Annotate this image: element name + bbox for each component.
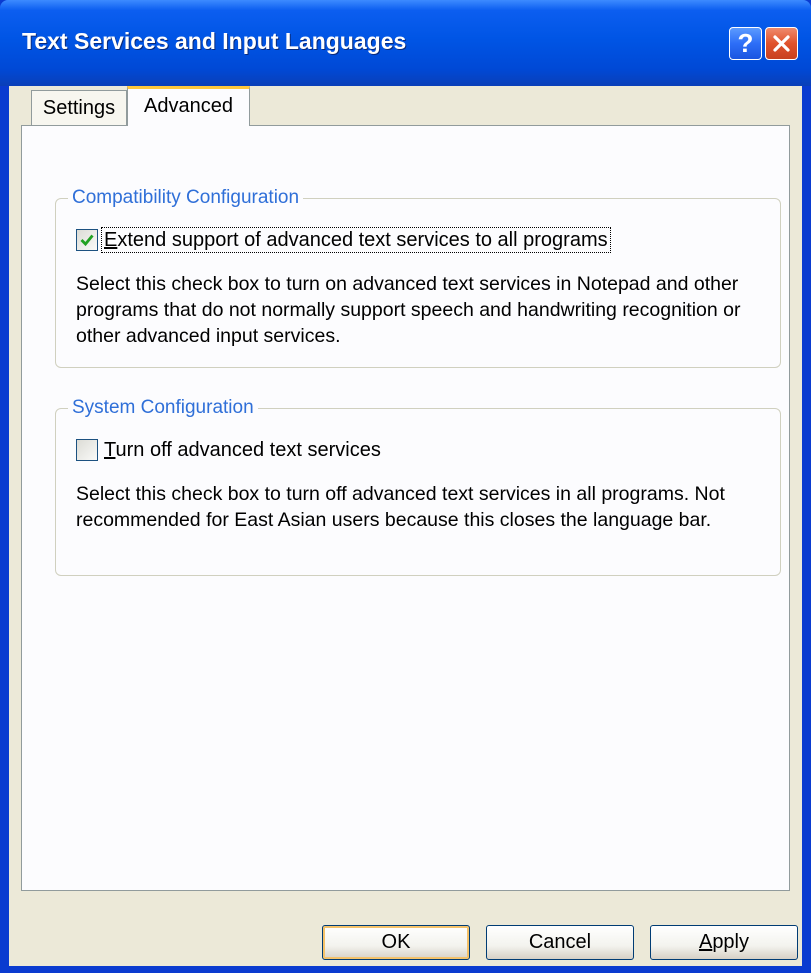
- title-bar[interactable]: Text Services and Input Languages ?: [0, 0, 811, 86]
- extend-support-mnemonic: E: [104, 229, 118, 251]
- close-button[interactable]: [765, 27, 798, 60]
- tab-settings-label: Settings: [42, 97, 116, 119]
- extend-support-checkbox[interactable]: [76, 229, 98, 251]
- apply-button-label: pply: [712, 931, 750, 953]
- cancel-button[interactable]: Cancel: [486, 925, 634, 960]
- dialog-client-area: Settings Advanced Compatibility Configur…: [9, 86, 802, 966]
- compatibility-description: Select this check box to turn on advance…: [76, 273, 741, 347]
- checkmark-icon: [80, 234, 94, 247]
- compatibility-groupbox: Compatibility Configuration Extend suppo…: [55, 187, 781, 368]
- dialog-window: Text Services and Input Languages ? Sett…: [0, 0, 811, 973]
- cancel-button-label: Cancel: [528, 931, 592, 953]
- turn-off-mnemonic: T: [104, 439, 116, 461]
- apply-button[interactable]: Apply: [650, 925, 798, 960]
- close-x-icon: [773, 35, 790, 52]
- system-description: Select this check box to turn off advanc…: [76, 483, 725, 531]
- extend-support-label-text: xtend support of advanced text services …: [117, 229, 608, 251]
- ok-button-label: OK: [381, 931, 411, 953]
- help-button[interactable]: ?: [729, 27, 762, 60]
- system-legend: System Configuration: [68, 397, 258, 419]
- tab-advanced-label: Advanced: [144, 95, 233, 117]
- apply-mnemonic: A: [698, 931, 713, 953]
- ok-button[interactable]: OK: [322, 925, 470, 960]
- system-groupbox: System Configuration Turn off advanced t…: [55, 397, 781, 576]
- turn-off-label-text: urn off advanced text services: [115, 439, 381, 461]
- tab-advanced[interactable]: Advanced: [127, 86, 250, 126]
- question-mark-icon: ?: [737, 28, 754, 58]
- extend-support-checkbox-label[interactable]: Extend support of advanced text services…: [101, 227, 611, 253]
- compatibility-legend: Compatibility Configuration: [68, 187, 304, 209]
- tab-panel-advanced: Compatibility Configuration Extend suppo…: [21, 125, 790, 891]
- tab-settings[interactable]: Settings: [31, 90, 127, 126]
- window-title: Text Services and Input Languages: [22, 28, 407, 54]
- turn-off-checkbox[interactable]: [76, 439, 98, 461]
- turn-off-checkbox-label[interactable]: Turn off advanced text services: [102, 438, 383, 462]
